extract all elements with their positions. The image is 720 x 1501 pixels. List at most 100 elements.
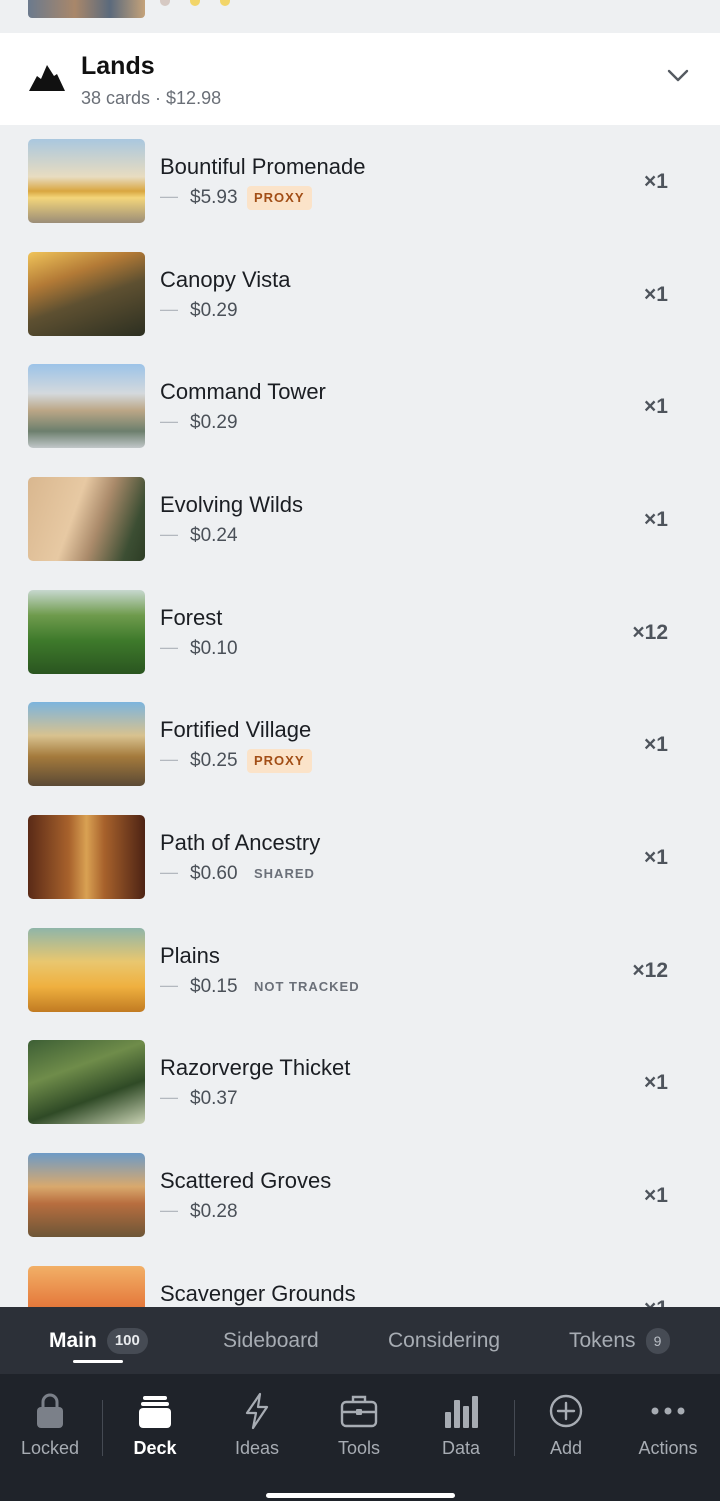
nav-add-label: Add: [549, 1438, 583, 1458]
tab-main-label: Main: [49, 1328, 97, 1352]
card-art-thumbnail: [28, 1153, 145, 1237]
price-dash: —: [160, 1200, 178, 1220]
card-row[interactable]: Forest — $0.10 ×12: [0, 576, 720, 689]
tab-considering-label: Considering: [388, 1328, 501, 1352]
card-price: $0.10: [190, 638, 238, 659]
card-quantity[interactable]: ×1: [644, 1297, 668, 1307]
tab-tokens-count: 9: [645, 1327, 670, 1354]
not-tracked-badge: NOT TRACKED: [254, 979, 360, 994]
nav-ideas-label: Ideas: [234, 1438, 280, 1458]
card-name: Command Tower: [160, 379, 326, 404]
board-tabs: Main 100 Sideboard Considering Tokens 9: [0, 1307, 720, 1374]
mana-symbol: [220, 0, 230, 6]
card-art-thumbnail: [28, 139, 145, 223]
card-row[interactable]: Path of Ancestry — $0.60 SHARED ×1: [0, 801, 720, 914]
nav-deck-label: Deck: [133, 1438, 177, 1458]
card-art-thumbnail: [28, 1266, 145, 1307]
nav-tools-label: Tools: [337, 1438, 381, 1458]
chevron-down-icon[interactable]: [667, 69, 689, 83]
tab-main[interactable]: Main 100: [49, 1307, 148, 1374]
active-tab-indicator: [73, 1360, 123, 1363]
card-art-thumbnail: [28, 702, 145, 786]
tab-sideboard-label: Sideboard: [223, 1328, 319, 1352]
price-dash: —: [160, 862, 178, 882]
card-name: Scattered Groves: [160, 1168, 332, 1193]
mountain-icon: [29, 65, 65, 91]
card-stack-icon: [139, 1396, 171, 1428]
card-quantity[interactable]: ×1: [644, 733, 668, 757]
mana-symbol: [190, 0, 200, 6]
more-icon: [651, 1407, 685, 1415]
home-indicator[interactable]: [266, 1493, 455, 1498]
mana-symbol: [160, 0, 170, 6]
card-quantity[interactable]: ×1: [644, 1071, 668, 1095]
proxy-badge: PROXY: [247, 186, 312, 210]
price-dash: —: [160, 524, 178, 544]
card-price: $0.25: [190, 750, 238, 771]
previous-card-thumbnail: [28, 0, 145, 18]
card-quantity[interactable]: ×1: [644, 508, 668, 532]
card-price: $0.29: [190, 412, 238, 433]
card-row[interactable]: Command Tower — $0.29 ×1: [0, 350, 720, 463]
card-row[interactable]: Evolving Wilds — $0.24 ×1: [0, 463, 720, 576]
tab-tokens[interactable]: Tokens 9: [569, 1307, 670, 1374]
card-name: Canopy Vista: [160, 267, 291, 292]
card-price: $0.24: [190, 525, 238, 546]
tab-considering[interactable]: Considering: [388, 1307, 500, 1374]
card-price: $0.60: [190, 863, 238, 884]
card-row[interactable]: Scavenger Grounds ×1: [0, 1252, 720, 1307]
card-row[interactable]: Scattered Groves — $0.28 ×1: [0, 1139, 720, 1252]
price-dash: —: [160, 411, 178, 431]
nav-deck[interactable]: Deck: [105, 1392, 205, 1472]
card-price: $5.93: [190, 187, 238, 208]
price-dash: —: [160, 186, 178, 206]
nav-locked[interactable]: Locked: [0, 1392, 100, 1472]
nav-data-label: Data: [441, 1438, 481, 1458]
card-price: $0.29: [190, 300, 238, 321]
card-row[interactable]: Bountiful Promenade — $5.93 PROXY ×1: [0, 125, 720, 238]
card-art-thumbnail: [28, 928, 145, 1012]
card-price: $0.28: [190, 1201, 238, 1222]
card-quantity[interactable]: ×12: [632, 959, 668, 983]
toolbox-icon: [340, 1395, 378, 1428]
nav-divider: [514, 1400, 515, 1456]
card-quantity[interactable]: ×1: [644, 283, 668, 307]
nav-add[interactable]: Add: [516, 1392, 616, 1472]
section-title: Lands: [81, 52, 155, 80]
card-quantity[interactable]: ×1: [644, 1184, 668, 1208]
nav-actions[interactable]: Actions: [618, 1392, 718, 1472]
card-row[interactable]: Plains — $0.15 NOT TRACKED ×12: [0, 914, 720, 1027]
card-quantity[interactable]: ×1: [644, 395, 668, 419]
nav-tools[interactable]: Tools: [309, 1392, 409, 1472]
card-name: Path of Ancestry: [160, 830, 321, 855]
price-dash: —: [160, 1087, 178, 1107]
card-art-thumbnail: [28, 815, 145, 899]
plus-circle-icon: [549, 1394, 583, 1428]
nav-data[interactable]: Data: [411, 1392, 511, 1472]
card-price: $0.37: [190, 1088, 238, 1109]
card-art-thumbnail: [28, 590, 145, 674]
card-art-thumbnail: [28, 364, 145, 448]
tab-sideboard[interactable]: Sideboard: [223, 1307, 319, 1374]
card-name: Razorverge Thicket: [160, 1055, 351, 1080]
card-row[interactable]: Fortified Village — $0.25 PROXY ×1: [0, 688, 720, 801]
price-dash: —: [160, 637, 178, 657]
nav-ideas[interactable]: Ideas: [207, 1392, 307, 1472]
card-row[interactable]: Canopy Vista — $0.29 ×1: [0, 238, 720, 351]
tab-main-count: 100: [106, 1327, 148, 1354]
card-row[interactable]: Razorverge Thicket — $0.37 ×1: [0, 1026, 720, 1139]
lightning-icon: [245, 1392, 269, 1430]
card-name: Forest: [160, 605, 223, 630]
card-quantity[interactable]: ×1: [644, 846, 668, 870]
shared-badge: SHARED: [254, 866, 315, 881]
bottom-nav: Locked Deck Ideas Tools Data Add Actions: [0, 1374, 720, 1501]
card-quantity[interactable]: ×1: [644, 170, 668, 194]
lock-icon: [37, 1393, 63, 1428]
card-art-thumbnail: [28, 252, 145, 336]
card-price: $0.15: [190, 976, 238, 997]
card-list[interactable]: Bountiful Promenade — $5.93 PROXY ×1 Can…: [0, 125, 720, 1307]
card-quantity[interactable]: ×12: [632, 621, 668, 645]
tab-tokens-label: Tokens: [569, 1328, 636, 1352]
previous-card-row[interactable]: [0, 0, 720, 32]
price-dash: —: [160, 975, 178, 995]
